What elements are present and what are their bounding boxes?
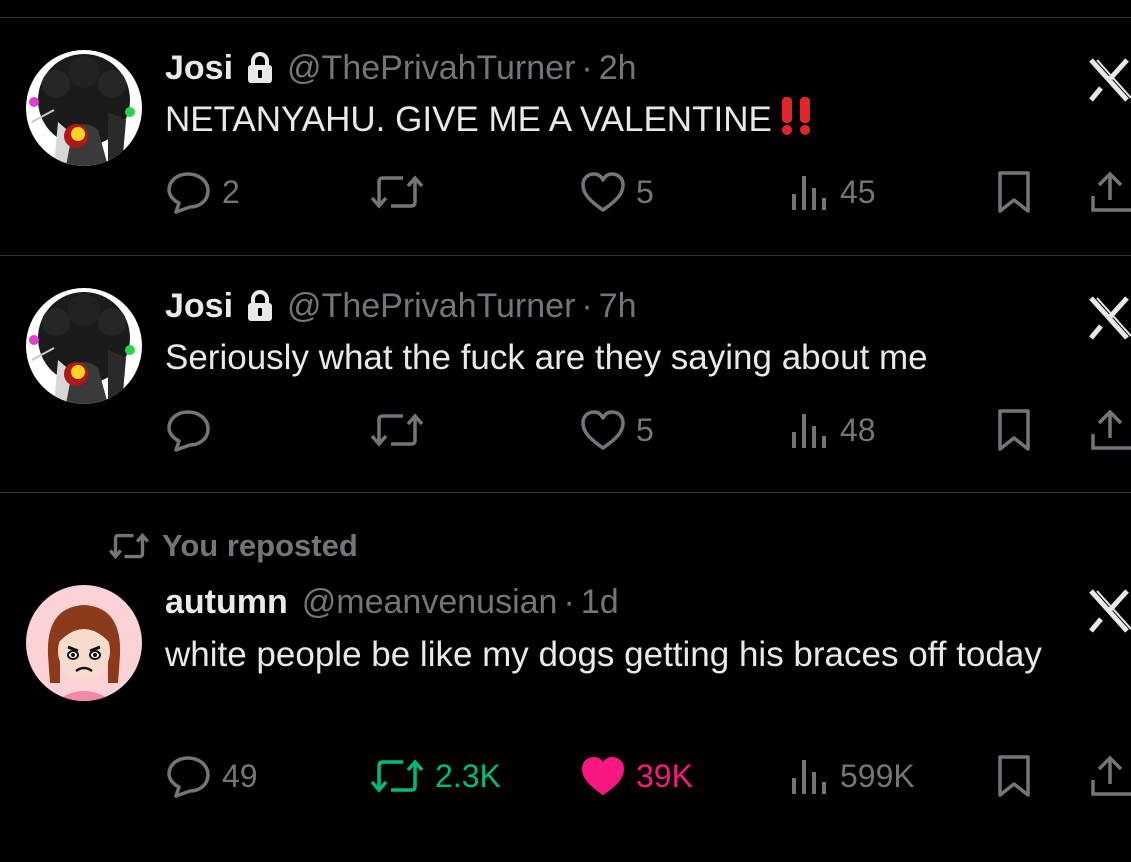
views-count: 48 <box>840 411 876 448</box>
avatar[interactable] <box>26 50 142 166</box>
tweet-header: autumn @meanvenusian · 1d <box>165 582 619 622</box>
views-icon <box>792 176 826 210</box>
reply-icon <box>167 756 210 798</box>
avatar[interactable] <box>26 585 142 701</box>
timestamp[interactable]: 2h <box>599 49 637 88</box>
repost-icon <box>370 759 424 793</box>
repost-icon <box>370 413 424 447</box>
repost-context: You reposted <box>108 526 358 566</box>
reply-icon <box>167 172 210 214</box>
views-button[interactable]: 599K <box>790 751 915 801</box>
grok-icon[interactable] <box>1087 58 1131 102</box>
like-count: 5 <box>636 173 654 210</box>
tweet-2[interactable]: Josi @ThePrivahTurner · 7h Seriously wha… <box>0 256 1131 492</box>
tweet-text: Seriously what the fuck are they saying … <box>165 338 928 377</box>
repost-button[interactable] <box>369 405 435 455</box>
tweet-3[interactable]: You reposted autumn @meanvenusian · 1d w… <box>0 493 1131 862</box>
avatar[interactable] <box>26 288 142 404</box>
timestamp[interactable]: 7h <box>599 287 637 326</box>
lock-icon <box>247 290 273 322</box>
reply-button[interactable] <box>166 405 222 455</box>
share-button[interactable] <box>1090 167 1131 217</box>
views-count: 45 <box>840 173 876 210</box>
share-icon <box>1091 755 1131 796</box>
repost-icon <box>108 532 150 560</box>
handle[interactable]: @meanvenusian <box>302 583 558 622</box>
share-icon <box>1091 171 1131 212</box>
reply-button[interactable]: 2 <box>166 167 240 217</box>
like-button[interactable]: 5 <box>580 167 654 217</box>
display-name[interactable]: autumn <box>165 583 288 622</box>
share-icon <box>1091 409 1131 450</box>
bookmark-button[interactable] <box>996 167 1032 217</box>
like-count: 39K <box>636 757 693 794</box>
repost-context-label: You reposted <box>162 528 358 563</box>
views-icon <box>792 414 826 448</box>
tweet-text: NETANYAHU. GIVE ME A VALENTINE <box>165 95 1065 149</box>
tweet-text: white people be like my dogs getting his… <box>165 635 1042 674</box>
display-name[interactable]: Josi <box>165 287 233 326</box>
reply-icon <box>167 410 210 452</box>
handle[interactable]: @ThePrivahTurner <box>287 287 575 326</box>
grok-icon[interactable] <box>1087 589 1131 633</box>
avatar-image <box>26 50 142 166</box>
heart-icon <box>581 410 625 450</box>
heart-icon <box>581 172 625 212</box>
tweet-1[interactable]: Josi @ThePrivahTurner · 2h NETANYAHU. GI… <box>0 18 1131 255</box>
timestamp[interactable]: 1d <box>581 583 619 622</box>
views-button[interactable]: 48 <box>790 405 876 455</box>
views-icon <box>792 760 826 794</box>
like-button[interactable]: 39K <box>580 751 693 801</box>
lock-icon <box>247 52 273 84</box>
avatar-image <box>26 585 142 701</box>
double-exclamation-emoji <box>776 95 818 149</box>
repost-icon <box>370 175 424 209</box>
avatar-image <box>26 288 142 404</box>
tweet-header: Josi @ThePrivahTurner · 2h <box>165 48 637 88</box>
repost-count: 2.3K <box>435 757 501 794</box>
views-count: 599K <box>840 757 915 794</box>
share-button[interactable] <box>1090 405 1131 455</box>
separator: · <box>581 286 593 325</box>
handle[interactable]: @ThePrivahTurner <box>287 49 575 88</box>
like-count: 5 <box>636 411 654 448</box>
grok-icon[interactable] <box>1087 296 1131 340</box>
reply-count: 49 <box>222 757 258 794</box>
bookmark-button[interactable] <box>996 751 1032 801</box>
repost-button[interactable] <box>369 167 435 217</box>
reply-button[interactable]: 49 <box>166 751 258 801</box>
bookmark-icon <box>998 171 1030 213</box>
bookmark-icon <box>998 409 1030 451</box>
like-button[interactable]: 5 <box>580 405 654 455</box>
tweet-text-content: NETANYAHU. GIVE ME A VALENTINE <box>165 100 772 139</box>
bookmark-button[interactable] <box>996 405 1032 455</box>
heart-icon <box>582 757 624 795</box>
reply-count: 2 <box>222 173 240 210</box>
share-button[interactable] <box>1090 751 1131 801</box>
repost-button[interactable]: 2.3K <box>369 751 501 801</box>
separator: · <box>581 48 593 87</box>
tweet-header: Josi @ThePrivahTurner · 7h <box>165 286 637 326</box>
separator: · <box>563 582 575 621</box>
display-name[interactable]: Josi <box>165 49 233 88</box>
bookmark-icon <box>998 755 1030 797</box>
views-button[interactable]: 45 <box>790 167 876 217</box>
